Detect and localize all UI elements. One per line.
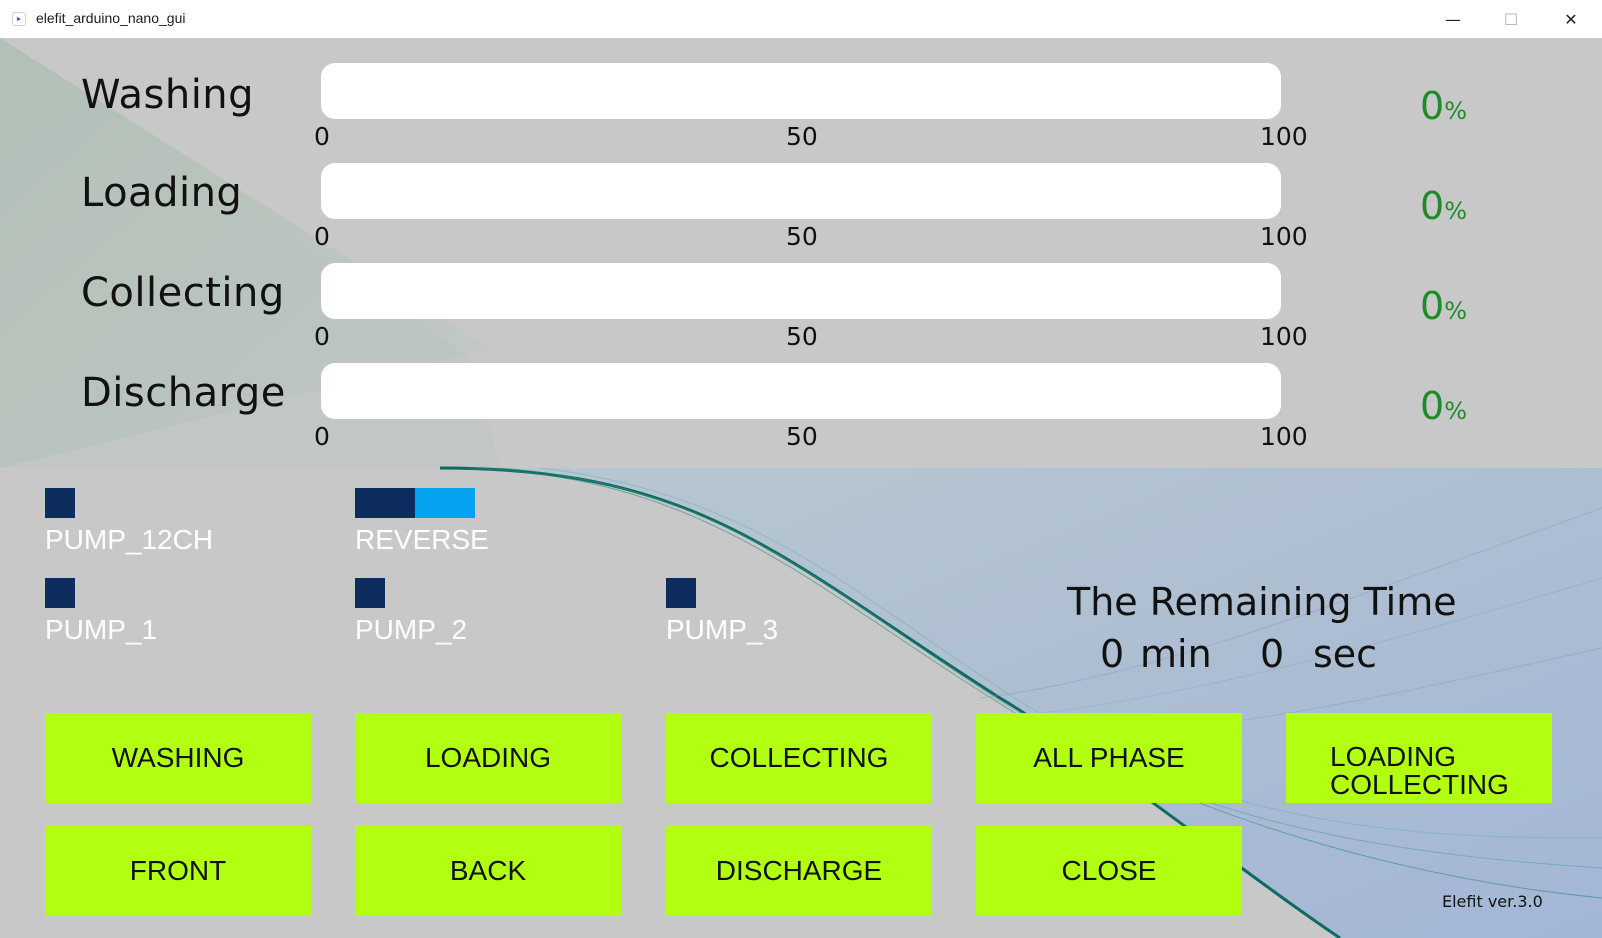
tick-max: 100 [1260, 122, 1308, 151]
tick-max: 100 [1260, 222, 1308, 251]
phase-label-loading: Loading [81, 170, 243, 216]
close-window-button[interactable]: ✕ [1542, 0, 1600, 38]
tick-max: 100 [1260, 422, 1308, 451]
tick-max: 100 [1260, 322, 1308, 351]
pump-12ch-indicator[interactable] [45, 488, 75, 518]
tick-min: 0 [314, 222, 330, 251]
tick-mid: 50 [786, 322, 818, 351]
tick-mid: 50 [786, 422, 818, 451]
loading-button[interactable]: LOADING [355, 713, 621, 803]
percent-washing: 0% [1420, 84, 1467, 128]
percent-loading: 0% [1420, 184, 1467, 228]
front-button[interactable]: FRONT [45, 826, 311, 916]
tick-mid: 50 [786, 222, 818, 251]
phase-label-discharge: Discharge [81, 370, 286, 416]
remaining-sec-unit: sec [1313, 632, 1378, 676]
pump-1-label: PUMP_1 [45, 614, 158, 645]
tick-min: 0 [314, 122, 330, 151]
minimize-button[interactable]: — [1424, 0, 1482, 38]
reverse-toggle-off-segment [355, 488, 415, 518]
loading-collecting-button[interactable]: LOADING COLLECTING [1286, 713, 1552, 803]
phase-label-washing: Washing [81, 72, 255, 118]
window-title: elefit_arduino_nano_gui [36, 10, 186, 26]
phase-label-collecting: Collecting [81, 270, 285, 316]
reverse-toggle[interactable] [355, 488, 475, 518]
pump-3-label: PUMP_3 [666, 614, 779, 645]
collecting-button[interactable]: COLLECTING [666, 713, 932, 803]
remaining-seconds: 0 [1260, 632, 1285, 676]
reverse-label: REVERSE [355, 524, 489, 555]
progress-bar-washing [321, 63, 1281, 119]
app-icon [12, 12, 26, 26]
percent-discharge: 0% [1420, 384, 1467, 428]
pump-2-label: PUMP_2 [355, 614, 468, 645]
progress-bar-discharge [321, 363, 1281, 419]
pump-12ch-label: PUMP_12CH [45, 524, 214, 555]
title-bar: elefit_arduino_nano_gui — ☐ ✕ [0, 0, 1602, 39]
discharge-button[interactable]: DISCHARGE [666, 826, 932, 916]
reverse-toggle-on-segment [415, 488, 475, 518]
close-button[interactable]: CLOSE [976, 826, 1242, 916]
progress-bar-loading [321, 163, 1281, 219]
remaining-min-unit: min [1140, 632, 1212, 676]
remaining-time-title: The Remaining Time [1067, 580, 1457, 624]
remaining-minutes: 0 [1100, 632, 1125, 676]
pump-1-indicator[interactable] [45, 578, 75, 608]
tick-min: 0 [314, 422, 330, 451]
progress-bar-collecting [321, 263, 1281, 319]
percent-collecting: 0% [1420, 284, 1467, 328]
loading-collecting-line2: COLLECTING [1330, 769, 1509, 800]
tick-min: 0 [314, 322, 330, 351]
pump-3-indicator[interactable] [666, 578, 696, 608]
back-button[interactable]: BACK [355, 826, 621, 916]
version-label: Elefit ver.3.0 [1442, 892, 1543, 911]
all-phase-button[interactable]: ALL PHASE [976, 713, 1242, 803]
loading-collecting-line1: LOADING [1330, 741, 1457, 772]
tick-mid: 50 [786, 122, 818, 151]
maximize-button[interactable]: ☐ [1482, 0, 1540, 38]
pump-2-indicator[interactable] [355, 578, 385, 608]
washing-button[interactable]: WASHING [45, 713, 311, 803]
